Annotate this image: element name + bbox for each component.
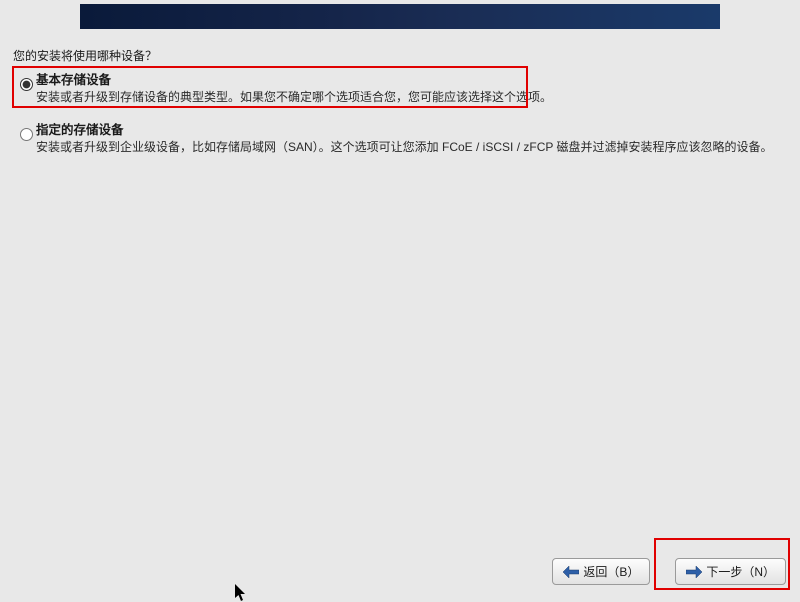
footer-buttons: 返回（B） 下一步（N） (552, 558, 786, 585)
radio-basic[interactable] (20, 78, 33, 91)
mouse-cursor (235, 584, 247, 602)
option-basic-desc: 安装或者升级到存储设备的典型类型。如果您不确定哪个选项适合您，您可能应该选择这个… (36, 89, 778, 106)
arrow-right-icon (686, 566, 702, 578)
option-basic-title: 基本存储设备 (36, 72, 778, 89)
option-specialized-title: 指定的存储设备 (36, 122, 778, 139)
storage-options-group: 基本存储设备 安装或者升级到存储设备的典型类型。如果您不确定哪个选项适合您，您可… (18, 72, 778, 173)
next-button-label: 下一步（N） (706, 563, 775, 580)
back-button[interactable]: 返回（B） (552, 558, 650, 585)
header-banner (80, 4, 720, 29)
prompt-text: 您的安装将使用哪种设备？ (13, 47, 157, 64)
back-button-label: 返回（B） (583, 563, 639, 580)
next-button[interactable]: 下一步（N） (675, 558, 786, 585)
radio-specialized[interactable] (20, 128, 33, 141)
option-specialized-storage[interactable]: 指定的存储设备 安装或者升级到企业级设备，比如存储局域网（SAN）。这个选项可让… (18, 122, 778, 156)
option-basic-storage[interactable]: 基本存储设备 安装或者升级到存储设备的典型类型。如果您不确定哪个选项适合您，您可… (18, 72, 778, 106)
arrow-left-icon (563, 566, 579, 578)
option-specialized-desc: 安装或者升级到企业级设备，比如存储局域网（SAN）。这个选项可让您添加 FCoE… (36, 139, 778, 156)
